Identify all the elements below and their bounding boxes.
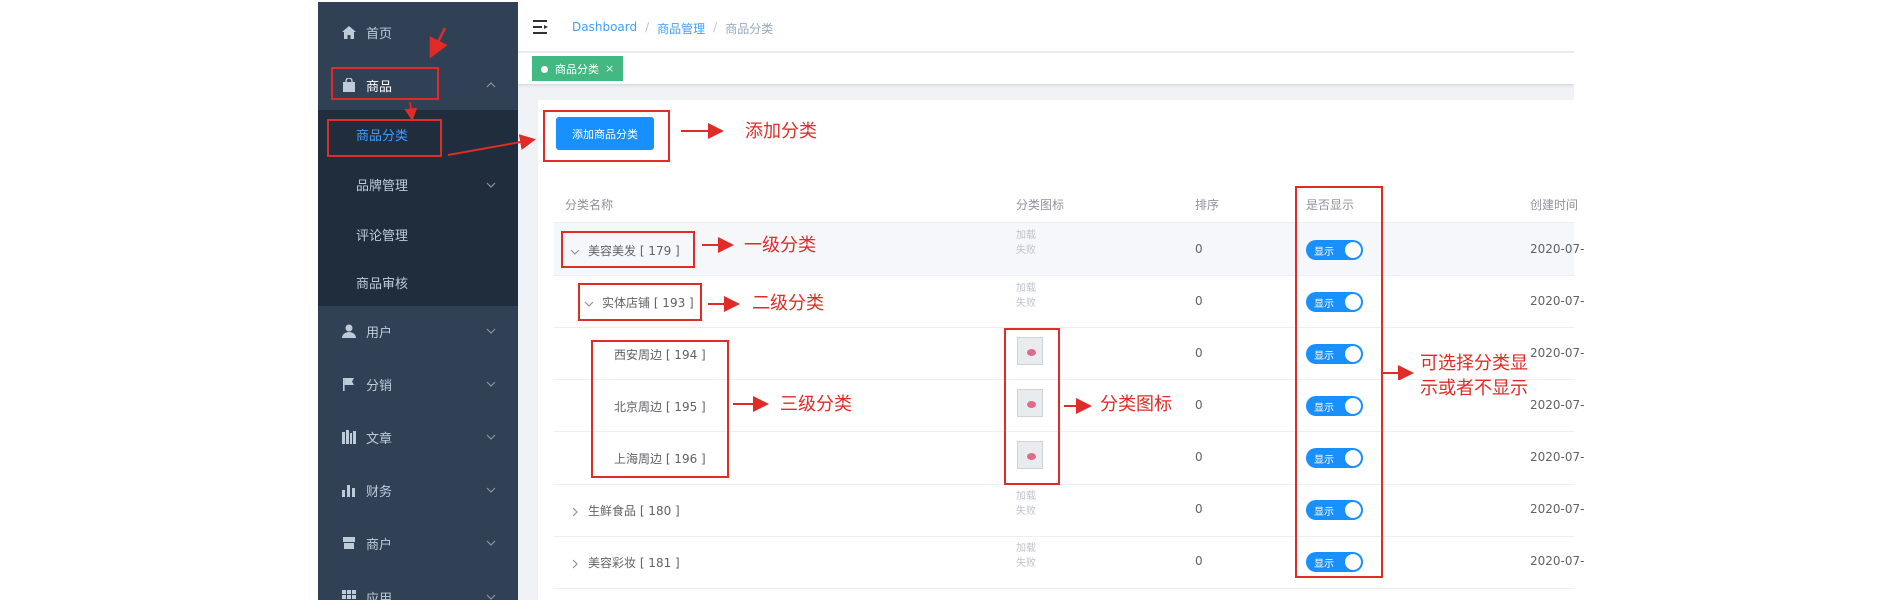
sidebar-item-label: 应用 — [366, 591, 393, 600]
icon-placeholder-line: 失败 — [1016, 558, 1036, 569]
created-date: 2020-07- — [1530, 398, 1585, 412]
arrow-to-category — [404, 101, 418, 122]
created-date: 2020-07- — [1530, 554, 1585, 568]
arrow-to-add-button — [447, 134, 536, 156]
arrow-to-goods — [429, 27, 448, 59]
sort-value: 0 — [1195, 294, 1203, 308]
grid-icon — [342, 590, 356, 600]
annotation-level2: 二级分类 — [752, 293, 824, 314]
table-row[interactable]: 美容彩妆 [ 181 ] — [570, 554, 680, 571]
sidebar-item-application[interactable]: 应用 — [318, 572, 518, 600]
annotation-level3: 三级分类 — [780, 394, 852, 415]
category-name: 美容彩妆 [ 181 ] — [588, 556, 680, 570]
created-date: 2020-07- — [1530, 294, 1585, 308]
screenshot-stage: 首页 商品 商品分类 品牌管理 评论管理 商品审核 用户 分销 文章 财务 商户… — [0, 0, 1897, 600]
annotation-arrow-show — [1382, 365, 1414, 380]
sort-value: 0 — [1195, 450, 1203, 464]
column-header-sort: 排序 — [1195, 198, 1220, 212]
created-date: 2020-07- — [1530, 450, 1585, 464]
sort-value: 0 — [1195, 346, 1203, 360]
sidebar-item-merchant[interactable]: 商户 — [318, 518, 518, 568]
created-date: 2020-07- — [1530, 346, 1585, 360]
column-header-created: 创建时间 — [1530, 198, 1579, 212]
annotation-add-category: 添加分类 — [745, 121, 817, 142]
icon-load-failed: 加载 失败 — [1016, 541, 1056, 571]
annotation-show-toggle-1: 可选择分类显 — [1420, 353, 1528, 374]
chevron-down-icon — [486, 591, 496, 600]
chevron-right-icon[interactable] — [570, 558, 580, 568]
chevron-down-icon — [486, 537, 496, 547]
annotation-show-toggle-2: 示或者不显示 — [1420, 378, 1528, 399]
created-date: 2020-07- — [1530, 242, 1585, 256]
annotation-arrows — [404, 27, 1092, 414]
annotation-category-icon: 分类图标 — [1100, 394, 1172, 415]
sidebar-item-label: 商户 — [366, 537, 393, 553]
sort-value: 0 — [1195, 502, 1203, 516]
icon-placeholder-line: 加载 — [1016, 543, 1036, 554]
created-date: 2020-07- — [1530, 502, 1585, 516]
table-divider — [554, 536, 1574, 537]
table-divider — [554, 588, 1574, 589]
sort-value: 0 — [1195, 242, 1203, 256]
sort-value: 0 — [1195, 554, 1203, 568]
annotation-box-show-column — [1295, 186, 1383, 578]
annotation-level1: 一级分类 — [744, 235, 816, 256]
sort-value: 0 — [1195, 398, 1203, 412]
shop-icon — [342, 536, 356, 550]
